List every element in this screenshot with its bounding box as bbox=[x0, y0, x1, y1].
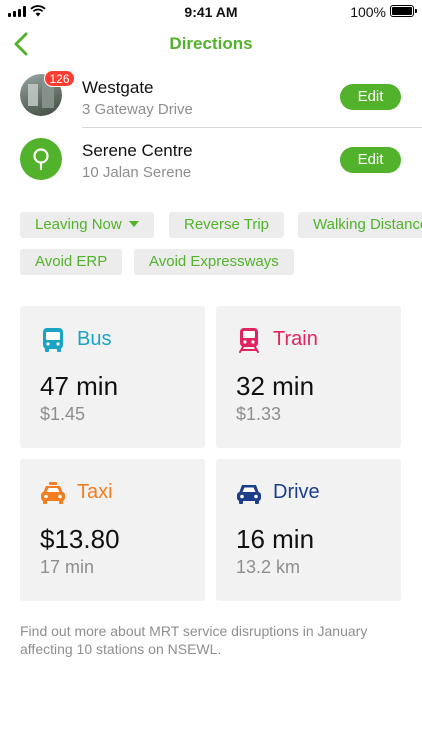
page-title: Directions bbox=[169, 34, 253, 53]
avoid-expressways-chip[interactable]: Avoid Expressways bbox=[134, 249, 294, 275]
edit-origin-button[interactable]: Edit bbox=[340, 84, 401, 110]
bus-icon bbox=[43, 328, 63, 352]
origin-row[interactable]: 126 Westgate 3 Gateway Drive Edit bbox=[0, 70, 422, 126]
taxi-label: Taxi bbox=[77, 481, 113, 503]
taxi-icon bbox=[41, 482, 65, 504]
origin-name: Westgate bbox=[82, 78, 154, 97]
walking-distance-chip[interactable]: Walking Distance bbox=[298, 212, 422, 238]
status-bar: 9:41 AM 100% bbox=[0, 0, 422, 24]
taxi-card[interactable]: Taxi $13.80 17 min bbox=[20, 459, 205, 601]
origin-address: 3 Gateway Drive bbox=[82, 101, 193, 118]
train-card[interactable]: Train 32 min $1.33 bbox=[216, 306, 401, 448]
location-pin-icon bbox=[20, 138, 62, 180]
destination-row[interactable]: Serene Centre 10 Jalan Serene Edit bbox=[0, 132, 422, 188]
bus-duration: 47 min bbox=[40, 371, 119, 401]
avoid-erp-chip[interactable]: Avoid ERP bbox=[20, 249, 123, 275]
battery-percent: 100% bbox=[350, 4, 386, 20]
destination-address: 10 Jalan Serene bbox=[82, 164, 192, 181]
battery-icon bbox=[390, 5, 417, 17]
bus-label: Bus bbox=[77, 328, 112, 350]
caret-down-icon bbox=[128, 221, 139, 227]
bus-fare: $1.45 bbox=[40, 404, 86, 424]
edit-destination-button[interactable]: Edit bbox=[340, 147, 401, 173]
drive-distance: 13.2 km bbox=[236, 557, 301, 577]
train-duration: 32 min bbox=[236, 371, 315, 401]
drive-label: Drive bbox=[273, 481, 320, 503]
taxi-duration: 17 min bbox=[40, 557, 95, 577]
leaving-now-label: Leaving Now bbox=[35, 216, 122, 233]
destination-name: Serene Centre bbox=[82, 141, 193, 160]
taxi-fare: $13.80 bbox=[40, 524, 120, 554]
leaving-now-chip[interactable]: Leaving Now bbox=[20, 212, 154, 238]
divider bbox=[82, 127, 422, 128]
car-icon bbox=[237, 485, 261, 504]
train-fare: $1.33 bbox=[236, 404, 282, 424]
train-icon bbox=[239, 328, 259, 353]
train-label: Train bbox=[273, 328, 318, 350]
drive-duration: 16 min bbox=[236, 524, 315, 554]
drive-card[interactable]: Drive 16 min 13.2 km bbox=[216, 459, 401, 601]
reverse-trip-chip[interactable]: Reverse Trip bbox=[169, 212, 285, 238]
mrt-disruption-notice[interactable]: Find out more about MRT service disrupti… bbox=[20, 622, 400, 658]
notification-badge: 126 bbox=[44, 70, 75, 87]
bus-card[interactable]: Bus 47 min $1.45 bbox=[20, 306, 205, 448]
